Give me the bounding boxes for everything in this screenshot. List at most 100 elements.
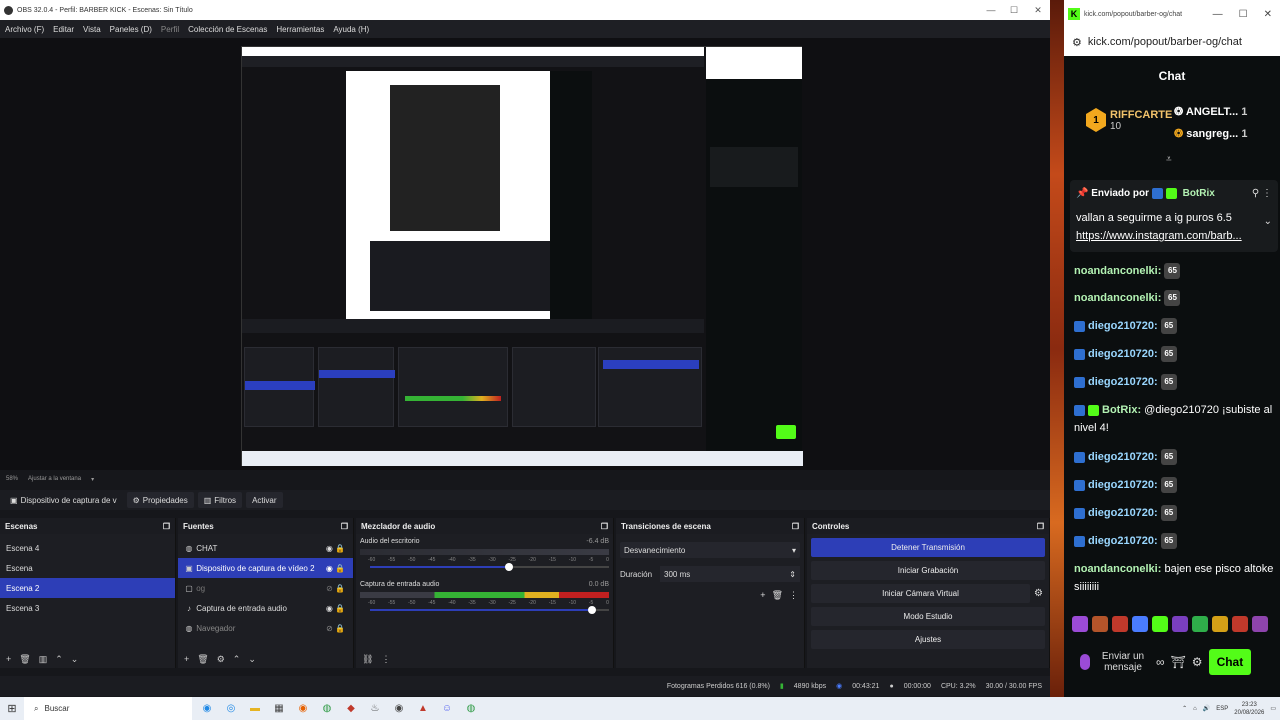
source-item-selected[interactable]: ▣ Dispositivo de captura de vídeo 2 ◉ 🔒 [178, 558, 353, 578]
activate-button[interactable]: Activar [246, 492, 283, 508]
start-button[interactable]: ⊞ [0, 697, 24, 720]
emote-icon[interactable] [1152, 616, 1168, 632]
address-bar[interactable]: ⚙ kick.com/popout/barber-og/chat [1064, 28, 1280, 56]
emote-icon[interactable] [1172, 616, 1188, 632]
undock-icon[interactable]: ❐ [341, 522, 348, 531]
virtual-camera-button[interactable]: Iniciar Cámara Virtual [811, 584, 1031, 603]
emote-icon[interactable] [1092, 616, 1108, 632]
menu-vista[interactable]: Vista [83, 25, 101, 34]
studio-mode-button[interactable]: Modo Estudio [811, 607, 1045, 626]
undock-icon[interactable]: ❐ [1037, 522, 1044, 531]
chat-input[interactable]: Enviar un mensaje [1096, 651, 1150, 673]
maximize-icon[interactable]: ☐ [1239, 9, 1248, 20]
steam-icon[interactable]: ♨ [366, 700, 384, 718]
volume-slider[interactable] [370, 606, 609, 614]
scene-item[interactable]: Escena 3 [0, 598, 175, 618]
undock-icon[interactable]: ❐ [601, 522, 608, 531]
language[interactable]: ESP [1216, 706, 1228, 712]
edge-icon[interactable]: ◉ [198, 700, 216, 718]
menu-herramientas[interactable]: Herramientas [276, 25, 324, 34]
chevron-up-icon[interactable]: ⌃ [233, 654, 241, 665]
scene-item[interactable]: Escena [0, 558, 175, 578]
expand-icon[interactable]: ⩡ [1166, 154, 1172, 165]
source-item[interactable]: ◍ Navegador ⊘ 🔒 [178, 618, 353, 638]
undock-icon[interactable]: ❐ [163, 522, 170, 531]
volume-knob[interactable] [504, 563, 513, 571]
calculator-icon[interactable]: ▦ [270, 700, 288, 718]
more-icon[interactable]: ⋮ [381, 654, 390, 665]
stepper-icon[interactable]: ⇕ [789, 570, 796, 579]
duration-input[interactable]: 300 ms ⇕ [660, 566, 800, 582]
site-settings-icon[interactable]: ⚙ [1072, 36, 1082, 49]
chevron-down-icon[interactable]: ⌄ [1264, 216, 1272, 227]
source-item[interactable]: ♪ Captura de entrada audio ◉ 🔒 [178, 598, 353, 618]
folder-icon[interactable]: ▬ [246, 700, 264, 718]
app-red-icon[interactable]: ◆ [342, 700, 360, 718]
link-icon[interactable]: ⛓ [362, 654, 373, 665]
network-icon[interactable]: ⌂ [1193, 706, 1197, 712]
emote-icon[interactable] [1252, 616, 1268, 632]
zoom-level[interactable]: 58% [6, 476, 18, 482]
properties-button[interactable]: ⚙ Propiedades [126, 492, 194, 508]
eye-icon[interactable]: ◉ 🔒 [326, 604, 345, 613]
chevron-down-icon[interactable]: ⌄ [71, 654, 79, 665]
eye-off-icon[interactable]: ⊘ 🔒 [326, 584, 345, 593]
volume-knob[interactable] [588, 606, 597, 614]
stop-stream-button[interactable]: Detener Transmisión [811, 538, 1045, 557]
minimize-icon[interactable]: — [980, 0, 1002, 20]
add-icon[interactable]: + [184, 654, 189, 664]
emoji-icon[interactable]: ∞ [1156, 655, 1165, 669]
settings-button[interactable]: Ajustes [811, 630, 1045, 649]
more-icon[interactable]: ⋮ [1262, 188, 1272, 199]
obs-icon[interactable]: ◉ [390, 700, 408, 718]
pinned-link[interactable]: https://www.instagram.com/barb... [1076, 230, 1242, 242]
discord-icon[interactable]: ☺ [438, 700, 456, 718]
menu-coleccion[interactable]: Colección de Escenas [188, 25, 267, 34]
filters-button[interactable]: ▥ Filtros [197, 492, 243, 508]
chrome-icon[interactable]: ◍ [462, 700, 480, 718]
chevron-up-icon[interactable]: ⌃ [55, 654, 63, 665]
eye-off-icon[interactable]: ⊘ 🔒 [326, 624, 345, 633]
more-icon[interactable]: ⋮ [789, 590, 798, 601]
minimize-icon[interactable]: — [1213, 9, 1223, 20]
gift-icon[interactable]: ⛩ [1171, 655, 1186, 669]
trash-icon[interactable]: 🗑 [197, 654, 208, 665]
gear-icon[interactable]: ⚙ [1034, 588, 1043, 599]
menu-paneles[interactable]: Paneles (D) [110, 25, 152, 34]
close-icon[interactable]: ✕ [1027, 0, 1049, 20]
trash-icon[interactable]: 🗑 [19, 654, 30, 665]
pin-icon[interactable]: ⚲ [1252, 188, 1259, 199]
scene-item[interactable]: Escena 4 [0, 538, 175, 558]
gear-icon[interactable]: ⚙ [217, 654, 225, 665]
emote-icon[interactable] [1072, 616, 1088, 632]
filter-icon[interactable]: ▥ [39, 654, 48, 665]
taskbar-search[interactable]: ⌕ Buscar [24, 697, 192, 720]
source-item[interactable]: ◍ CHAT ◉ 🔒 [178, 538, 353, 558]
undock-icon[interactable]: ❐ [792, 522, 799, 531]
gear-icon[interactable]: ⚙ [1192, 655, 1203, 669]
emote-icon[interactable] [1132, 616, 1148, 632]
trash-icon[interactable]: 🗑 [772, 590, 783, 601]
menu-editar[interactable]: Editar [53, 25, 74, 34]
volume-slider[interactable] [370, 563, 609, 571]
add-icon[interactable]: + [6, 654, 11, 664]
zoom-fit[interactable]: Ajustar a la ventana [28, 476, 81, 482]
preview-canvas[interactable] [241, 46, 803, 466]
notification-icon[interactable]: ▭ [1270, 705, 1276, 712]
send-chat-button[interactable]: Chat [1208, 649, 1252, 675]
chevron-up-icon[interactable]: ⌃ [1182, 705, 1187, 712]
chrome-icon[interactable]: ◍ [318, 700, 336, 718]
firefox-icon[interactable]: ◉ [294, 700, 312, 718]
menu-ayuda[interactable]: Ayuda (H) [333, 25, 369, 34]
scene-item-selected[interactable]: Escena 2 [0, 578, 175, 598]
source-item[interactable]: ▢ og ⊘ 🔒 [178, 578, 353, 598]
emote-icon[interactable] [1192, 616, 1208, 632]
maximize-icon[interactable]: ☐ [1003, 0, 1025, 20]
clock[interactable]: 23:23 20/08/2026 [1234, 701, 1264, 717]
chevron-down-icon[interactable]: ▾ [91, 476, 94, 483]
volume-icon[interactable]: 🔊 [1203, 705, 1210, 712]
eye-icon[interactable]: ◉ 🔒 [326, 544, 345, 553]
emote-icon[interactable] [1212, 616, 1228, 632]
transition-select[interactable]: Desvanecimiento ▾ [620, 542, 800, 558]
acrobat-icon[interactable]: ▲ [414, 700, 432, 718]
